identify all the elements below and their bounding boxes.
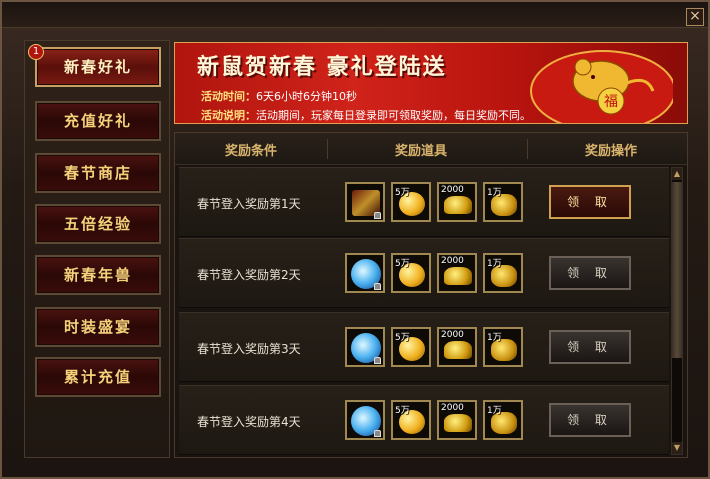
- item-quantity: 2000: [441, 185, 464, 195]
- gold-ingot-icon: [444, 341, 472, 359]
- table-header: 奖励条件 奖励道具 奖励操作: [175, 133, 687, 165]
- header-action: 奖励操作: [584, 144, 637, 159]
- reward-item-slot[interactable]: 1万: [483, 182, 523, 222]
- scroll-down-icon[interactable]: ▼: [672, 442, 682, 454]
- lock-icon: [374, 283, 381, 290]
- item-quantity: 2000: [441, 403, 464, 413]
- claim-button[interactable]: 领 取: [549, 330, 631, 364]
- reward-item-slot[interactable]: 5万: [391, 400, 431, 440]
- gold-ingot-icon: [444, 196, 472, 214]
- scroll-thumb[interactable]: [672, 182, 682, 358]
- header-condition: 奖励条件: [224, 144, 277, 159]
- table-row: 春节登入奖励第2天 5万 2000 1万 领 取: [179, 238, 669, 308]
- reward-item-slot[interactable]: [345, 327, 385, 367]
- event-description: 活动说明：活动期间，玩家每日登录即可领取奖励，每日奖励不同。: [201, 107, 531, 123]
- reward-item-slot[interactable]: 2000: [437, 400, 477, 440]
- sidebar-item-cumulative-recharge[interactable]: 累计充值: [35, 357, 161, 397]
- reward-item-slot[interactable]: [345, 253, 385, 293]
- header-divider: [527, 139, 528, 159]
- lock-icon: [374, 212, 381, 219]
- item-quantity: 1万: [487, 333, 502, 343]
- reward-table: 奖励条件 奖励道具 奖励操作 春节登入奖励第1天 5万 2000 1万 领 取 …: [174, 132, 688, 458]
- event-desc-value: 活动期间，玩家每日登录即可领取奖励，每日奖励不同。: [256, 109, 531, 122]
- item-quantity: 1万: [487, 406, 502, 416]
- reward-item-slot[interactable]: [345, 400, 385, 440]
- event-time: 活动时间：6天6小时6分钟10秒: [201, 88, 357, 104]
- sidebar: 新春好礼 充值好礼 春节商店 五倍经验 新春年兽 时装盛宴 累计充值: [24, 40, 170, 458]
- reward-item-slot[interactable]: 5万: [391, 253, 431, 293]
- reward-item-slot[interactable]: 5万: [391, 327, 431, 367]
- reward-item-slot[interactable]: 2000: [437, 182, 477, 222]
- reward-item-slot[interactable]: 2000: [437, 327, 477, 367]
- reward-item-slot[interactable]: 1万: [483, 253, 523, 293]
- sidebar-item-fashion-feast[interactable]: 时装盛宴: [35, 307, 161, 347]
- item-quantity: 2000: [441, 330, 464, 340]
- event-banner: 新鼠贺新春 豪礼登陆送 活动时间：6天6小时6分钟10秒 活动说明：活动期间，玩…: [174, 42, 688, 124]
- gold-ingot-icon: [444, 267, 472, 285]
- event-window: × 1 新春好礼 充值好礼 春节商店 五倍经验 新春年兽 时装盛宴 累计充值 新…: [0, 0, 710, 479]
- event-time-value: 6天6小时6分钟10秒: [256, 90, 357, 103]
- golden-rat-emblem-icon: 福: [530, 50, 673, 123]
- row-condition: 春节登入奖励第1天: [197, 197, 301, 211]
- scrollbar[interactable]: ▲ ▼: [671, 167, 683, 455]
- close-button[interactable]: ×: [686, 8, 704, 26]
- sidebar-item-new-year-beast[interactable]: 新春年兽: [35, 255, 161, 295]
- row-condition: 春节登入奖励第3天: [197, 342, 301, 356]
- row-condition: 春节登入奖励第2天: [197, 268, 301, 282]
- item-quantity: 1万: [487, 259, 502, 269]
- item-quantity: 2000: [441, 256, 464, 266]
- table-row: 春节登入奖励第4天 5万 2000 1万 领 取: [179, 385, 669, 455]
- reward-item-slot[interactable]: 1万: [483, 327, 523, 367]
- item-quantity: 5万: [395, 333, 410, 343]
- fu-character: 福: [604, 94, 618, 110]
- reward-item-slot[interactable]: 2000: [437, 253, 477, 293]
- item-quantity: 5万: [395, 406, 410, 416]
- reward-item-slot[interactable]: 5万: [391, 182, 431, 222]
- item-quantity: 5万: [395, 259, 410, 269]
- lock-icon: [374, 357, 381, 364]
- notification-badge: 1: [28, 44, 44, 60]
- header-divider: [327, 139, 328, 159]
- sidebar-item-new-year-gift[interactable]: 新春好礼: [35, 47, 161, 87]
- sidebar-item-five-times-exp[interactable]: 五倍经验: [35, 204, 161, 244]
- sidebar-item-spring-shop[interactable]: 春节商店: [35, 153, 161, 193]
- item-quantity: 5万: [395, 188, 410, 198]
- claim-button[interactable]: 领 取: [549, 185, 631, 219]
- lock-icon: [374, 430, 381, 437]
- gold-ingot-icon: [444, 414, 472, 432]
- sidebar-item-recharge-gift[interactable]: 充值好礼: [35, 101, 161, 141]
- reward-item-slot[interactable]: 1万: [483, 400, 523, 440]
- title-bar: ×: [2, 2, 708, 28]
- event-desc-label: 活动说明：: [201, 109, 256, 122]
- reward-item-slot[interactable]: [345, 182, 385, 222]
- row-condition: 春节登入奖励第4天: [197, 415, 301, 429]
- scroll-up-icon[interactable]: ▲: [672, 168, 682, 180]
- banner-title: 新鼠贺新春 豪礼登陆送: [197, 54, 447, 80]
- header-items: 奖励道具: [394, 144, 447, 159]
- item-quantity: 1万: [487, 188, 502, 198]
- table-row: 春节登入奖励第3天 5万 2000 1万 领 取: [179, 312, 669, 382]
- claim-button[interactable]: 领 取: [549, 256, 631, 290]
- claim-button[interactable]: 领 取: [549, 403, 631, 437]
- event-time-label: 活动时间：: [201, 90, 256, 103]
- table-row: 春节登入奖励第1天 5万 2000 1万 领 取: [179, 167, 669, 237]
